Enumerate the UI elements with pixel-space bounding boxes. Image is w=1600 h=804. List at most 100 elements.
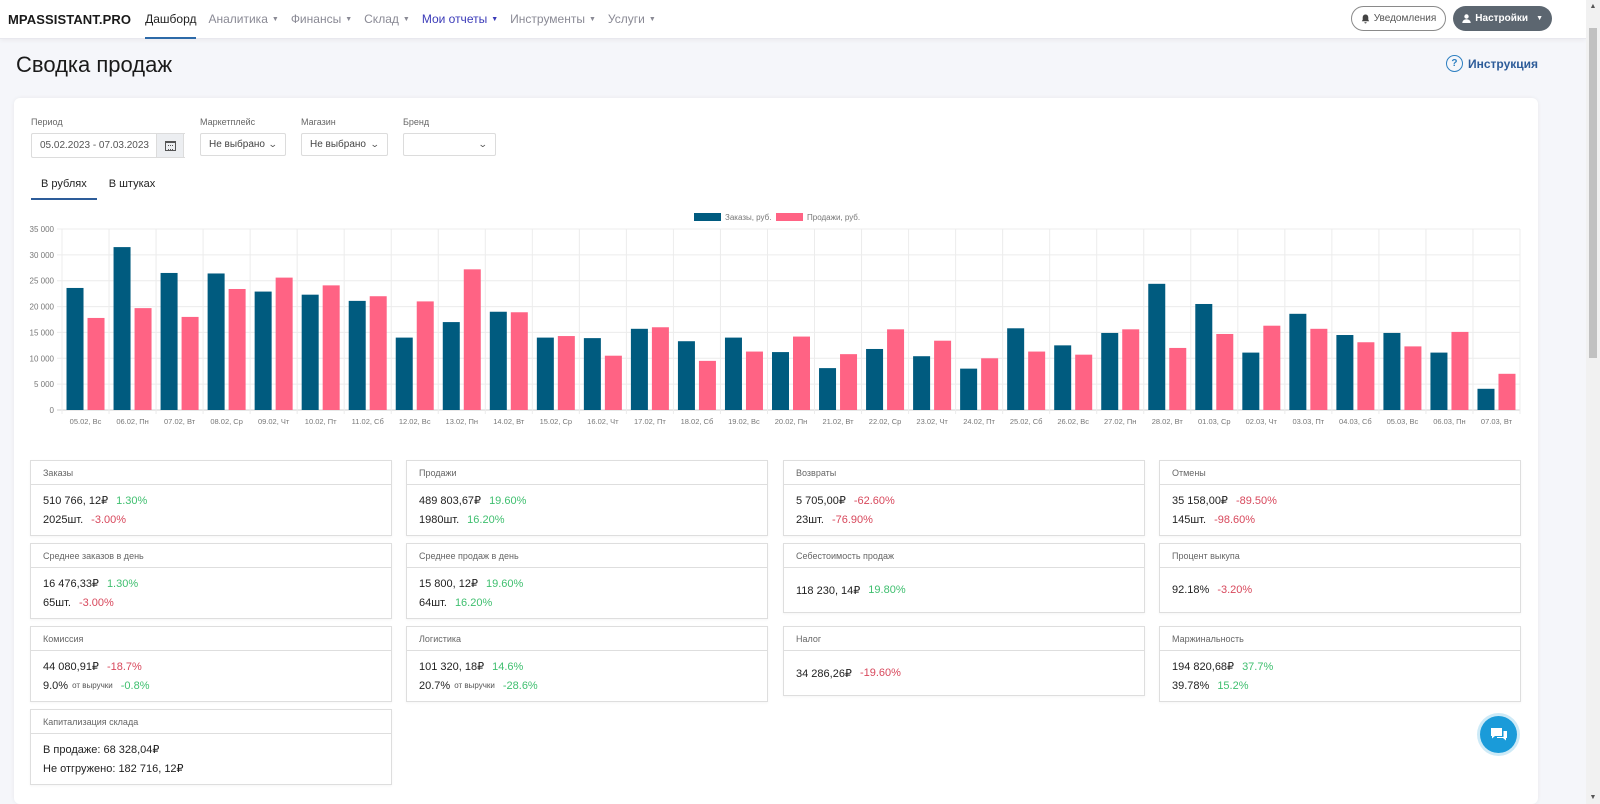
nav-item-my-reports[interactable]: Мои отчеты ▼ xyxy=(422,0,498,39)
card-title: Отмены xyxy=(1160,461,1520,485)
orders-qty-change: -3.00% xyxy=(91,513,127,526)
chevron-down-icon: ⌄ xyxy=(478,139,489,149)
commission-pct-value: 9.0% xyxy=(43,679,69,692)
logistics-rub-value: 101 320, 18₽ xyxy=(419,661,485,673)
cancels-qty-change: -98.60% xyxy=(1214,513,1256,526)
bell-icon xyxy=(1361,14,1369,23)
bar-orders xyxy=(1007,328,1025,410)
bar-sales xyxy=(134,308,152,410)
bar-orders xyxy=(677,341,695,410)
bar-orders xyxy=(113,247,131,410)
x-tick-label: 06.02, Пн xyxy=(116,417,148,426)
page-scrollbar[interactable]: ▲ ▼ xyxy=(1586,0,1600,804)
bar-sales xyxy=(557,336,575,410)
caret-down-icon: ▼ xyxy=(345,15,353,23)
nav-item-warehouse[interactable]: Склад ▼ xyxy=(364,0,410,39)
bar-orders xyxy=(1430,352,1448,410)
bar-sales xyxy=(981,358,999,410)
bar-orders xyxy=(1101,332,1119,410)
bar-orders xyxy=(536,337,554,410)
buyout-value: 92.18% xyxy=(1172,584,1210,596)
bar-orders xyxy=(66,287,84,410)
brand-select[interactable]: ⌄ xyxy=(403,133,496,156)
card-title: Возвраты xyxy=(784,461,1144,485)
card-sales: Продажи 489 803,67₽ 19.60% 1980шт. 16.20% xyxy=(406,460,768,536)
card-avg-orders: Среднее заказов в день 16 476,33₽ 1.30% 6… xyxy=(30,543,392,619)
x-tick-label: 05.02, Вс xyxy=(70,417,102,426)
scrollbar-thumb[interactable] xyxy=(1589,28,1597,358)
card-title: Налог xyxy=(784,627,1144,651)
brand-logo[interactable]: MPASSISTANT.PRO xyxy=(8,12,131,27)
chat-button[interactable] xyxy=(1480,716,1517,753)
marketplace-select[interactable]: Не выбрано ⌄ xyxy=(200,133,286,156)
bar-sales xyxy=(745,351,763,410)
brand-label: Бренд xyxy=(403,117,430,127)
sales-qty-change: 16.20% xyxy=(467,513,505,526)
commission-rub-change: -18.7% xyxy=(106,660,142,673)
stock-on-sale-value: В продаже: 68 328,04₽ xyxy=(43,744,160,756)
instructions-label: Инструкция xyxy=(1467,56,1538,71)
nav-item-label: Инструменты xyxy=(510,12,585,26)
card-title: Логистика xyxy=(407,627,767,651)
notifications-button[interactable]: Уведомления xyxy=(1350,6,1447,31)
bar-orders xyxy=(1289,313,1307,410)
cancels-rub-value: 35 158,00₽ xyxy=(1172,495,1228,507)
y-tick-label: 25 000 xyxy=(30,277,55,286)
calendar-button[interactable] xyxy=(156,133,184,158)
shop-select[interactable]: Не выбрано ⌄ xyxy=(301,133,388,156)
caret-down-icon: ▼ xyxy=(491,15,499,23)
nav-item-finance[interactable]: Финансы ▼ xyxy=(291,0,352,39)
bar-sales xyxy=(1263,325,1281,410)
page-title: Сводка продаж xyxy=(16,52,173,77)
bar-chart-svg: 0 5 000 10 000 15 000 20 000 25 000 30 000 35 0… xyxy=(30,213,1521,426)
bar-sales xyxy=(322,285,340,410)
card-title: Среднее продаж в день xyxy=(407,544,767,568)
cancels-qty-value: 145шт. xyxy=(1172,513,1207,526)
orders-qty-value: 2025шт. xyxy=(43,513,84,526)
scroll-up-arrow-icon[interactable]: ▲ xyxy=(1586,3,1600,10)
y-tick-label: 20 000 xyxy=(30,303,55,312)
card-tax: Налог 34 286,26₽ -19.60% xyxy=(783,626,1145,696)
avg-sales-qty-change: 16.20% xyxy=(454,596,493,609)
y-tick-label: 30 000 xyxy=(30,251,55,260)
avg-sales-qty-value: 64шт. xyxy=(419,596,447,609)
margin-pct-value: 39.78% xyxy=(1172,679,1210,692)
bar-sales xyxy=(1122,329,1140,410)
card-commission: Комиссия 44 080,91₽ -18.7% 9.0% от выручки… xyxy=(30,626,392,702)
question-circle-icon: ? xyxy=(1445,55,1463,72)
nav-item-tools[interactable]: Инструменты ▼ xyxy=(510,0,596,39)
nav-item-dashboard[interactable]: Дашборд xyxy=(145,0,197,39)
x-tick-label: 16.02, Чт xyxy=(587,417,619,426)
margin-rub-change: 37.7% xyxy=(1242,660,1274,673)
bar-orders xyxy=(207,273,225,410)
settings-label: Настройки xyxy=(1475,13,1529,24)
margin-pct-change: 15.2% xyxy=(1217,679,1249,692)
bar-sales xyxy=(275,277,293,410)
x-tick-label: 18.02, Сб xyxy=(681,417,714,426)
period-value: 05.02.2023 - 07.03.2023 xyxy=(40,140,149,151)
bar-sales xyxy=(887,329,905,410)
card-title: Заказы xyxy=(31,461,391,485)
settings-dropdown-button[interactable]: Настройки ▼ xyxy=(1453,6,1552,31)
bar-orders xyxy=(819,368,837,410)
x-tick-label: 19.02, Вс xyxy=(728,417,760,426)
nav-item-analytics[interactable]: Аналитика ▼ xyxy=(208,0,278,39)
x-tick-label: 07.02, Вт xyxy=(164,417,196,426)
tab-pieces[interactable]: В штуках xyxy=(99,172,166,200)
x-tick-label: 12.02, Вс xyxy=(399,417,431,426)
logistics-pct-value: 20.7% xyxy=(419,679,451,692)
nav-item-label: Услуги xyxy=(607,12,645,26)
x-tick-label: 20.02, Пн xyxy=(775,417,807,426)
instructions-link[interactable]: ? Инструкция xyxy=(1445,55,1538,72)
bar-sales xyxy=(510,312,528,410)
bar-sales xyxy=(181,316,199,410)
scroll-down-arrow-icon[interactable]: ▼ xyxy=(1586,794,1600,801)
x-tick-label: 09.02, Чт xyxy=(258,417,290,426)
bar-sales xyxy=(604,355,622,410)
card-cancels: Отмены 35 158,00₽ -89.50% 145шт. -98.60% xyxy=(1159,460,1521,536)
bar-sales xyxy=(416,301,434,410)
nav-item-services[interactable]: Услуги ▼ xyxy=(608,0,656,39)
cancels-rub-change: -89.50% xyxy=(1235,494,1277,507)
tab-rubles[interactable]: В рублях xyxy=(31,172,97,200)
bar-orders xyxy=(160,272,178,410)
